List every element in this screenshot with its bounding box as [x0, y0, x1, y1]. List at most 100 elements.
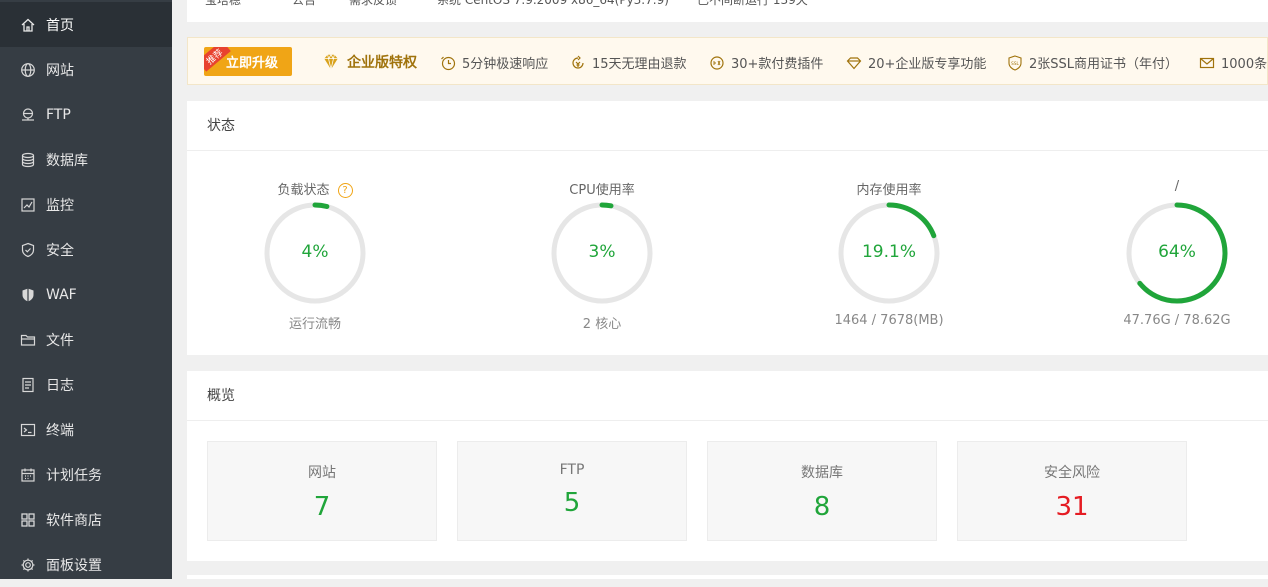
gauge-value: 4%: [301, 242, 329, 262]
sidebar-item-home[interactable]: 首页: [0, 2, 172, 47]
sidebar-item-label: 软件商店: [46, 512, 102, 529]
sidebar-item-label: 安全: [46, 242, 74, 259]
database-icon: [20, 152, 36, 168]
ftp-icon: [20, 107, 36, 123]
globe-icon: [20, 62, 36, 78]
feature-label: 1000条: [1221, 57, 1268, 72]
topbar-link-brand[interactable]: 宝塔稳: [205, 0, 241, 8]
sidebar-item-label: 计划任务: [46, 467, 102, 484]
sidebar-item-files[interactable]: 文件: [0, 317, 172, 362]
gauge-value: 64%: [1158, 242, 1196, 262]
sidebar-item-label: FTP: [46, 106, 71, 123]
sidebar-item-ftp[interactable]: FTP: [0, 92, 172, 137]
waf-shield-icon: [20, 287, 36, 303]
gauge-value: 19.1%: [861, 242, 916, 262]
gear-icon: [20, 557, 36, 573]
status-card: 状态 负载状态? 4% 运行流畅 CPU使用率 3% 2 核心 内存使用率 19…: [187, 101, 1268, 355]
overview-security-risks[interactable]: 安全风险 31: [957, 441, 1187, 541]
topbar-link-notice[interactable]: 公告: [292, 0, 316, 8]
feature-refund[interactable]: 15天无理由退款: [570, 53, 687, 72]
gauge-sub: 47.76G / 78.62G: [1123, 313, 1231, 328]
plugin-icon: [710, 55, 724, 70]
sidebar-item-terminal[interactable]: 终端: [0, 407, 172, 452]
log-icon: [20, 377, 36, 393]
clock-icon: [441, 56, 456, 70]
grid-icon: [20, 512, 36, 528]
home-icon: [20, 17, 36, 33]
monitor-icon: [20, 197, 36, 213]
feature-fast-response[interactable]: 5分钟极速响应: [440, 53, 548, 72]
gauge-label: 内存使用率: [856, 183, 922, 198]
overview-sites[interactable]: 网站 7: [207, 441, 437, 541]
sidebar: 首页 网站 FTP 数据库 监控 安全 WAF 文件 日志 终端 计划任务 软件…: [0, 0, 172, 579]
feature-label: 30+款付费插件: [731, 57, 824, 72]
sidebar-item-database[interactable]: 数据库: [0, 137, 172, 182]
overview-card: 概览 网站 7 FTP 5 数据库 8 安全风险 31: [187, 371, 1268, 561]
feature-label: 5分钟极速响应: [462, 57, 549, 72]
overview-count[interactable]: 7: [208, 492, 436, 522]
overview-title: 概览: [187, 371, 1268, 421]
sidebar-item-label: 日志: [46, 377, 74, 394]
disk-gauge[interactable]: / 64% 47.76G / 78.62G: [1077, 101, 1268, 328]
enterprise-promo-bar: 推荐 立即升级 企业版特权 5分钟极速响应 15天无理由退款 30+款付费插件 …: [187, 37, 1268, 85]
calendar-icon: [20, 467, 36, 483]
gauge-label: /: [1174, 179, 1180, 194]
enterprise-privilege[interactable]: 企业版特权: [321, 52, 417, 72]
system-info: 系统 CentOS 7.9.2009 x86_64(Py3.7.9): [437, 0, 669, 7]
sidebar-item-security[interactable]: 安全: [0, 227, 172, 272]
uptime-info: 已不间断运行 139天: [697, 0, 808, 7]
feature-sms[interactable]: 1000条: [1199, 53, 1267, 72]
sidebar-item-label: 数据库: [46, 152, 88, 169]
sidebar-item-cron[interactable]: 计划任务: [0, 452, 172, 497]
ssl-icon: SSL: [1008, 54, 1022, 71]
overview-count[interactable]: 8: [708, 492, 936, 522]
overview-count[interactable]: 5: [458, 488, 686, 518]
sidebar-item-settings[interactable]: 面板设置: [0, 542, 172, 587]
folder-icon: [20, 332, 36, 348]
sidebar-item-label: WAF: [46, 286, 77, 303]
upgrade-button[interactable]: 推荐 立即升级: [204, 47, 292, 76]
enterprise-label: 企业版特权: [347, 55, 417, 71]
topbar-link-feedback[interactable]: 需求反馈: [349, 0, 397, 8]
sidebar-item-waf[interactable]: WAF: [0, 272, 172, 317]
cpu-gauge[interactable]: CPU使用率 3% 2 核心: [502, 101, 702, 332]
feature-ssl[interactable]: SSL 2张SSL商用证书（年付）: [1007, 53, 1178, 72]
help-icon[interactable]: ?: [337, 183, 353, 198]
shield-icon: [20, 242, 36, 258]
sidebar-item-website[interactable]: 网站: [0, 47, 172, 92]
feature-label: 20+企业版专享功能: [868, 57, 987, 72]
overview-databases[interactable]: 数据库 8: [707, 441, 937, 541]
overview-name: 数据库: [801, 465, 843, 481]
gauge-sub: 2 核心: [582, 317, 622, 332]
refund-icon: [572, 55, 584, 69]
svg-text:SSL: SSL: [1011, 61, 1019, 66]
feature-plugins[interactable]: 30+款付费插件: [709, 53, 823, 72]
terminal-icon: [20, 422, 36, 438]
diamond-crown-icon: [324, 53, 338, 70]
mail-icon: [1199, 57, 1215, 68]
sidebar-item-label: 终端: [46, 422, 74, 439]
sidebar-item-label: 网站: [46, 62, 74, 79]
memory-gauge[interactable]: 内存使用率 19.1% 1464 / 7678(MB): [789, 101, 989, 328]
gauge-value: 3%: [588, 242, 616, 262]
upgrade-button-label: 立即升级: [225, 56, 278, 71]
feature-exclusive[interactable]: 20+企业版专享功能: [846, 53, 986, 72]
top-info-bar: 宝塔稳 公告 需求反馈 系统 CentOS 7.9.2009 x86_64(Py…: [187, 0, 1268, 22]
feature-label: 2张SSL商用证书（年付）: [1029, 57, 1179, 72]
gauge-sub: 运行流畅: [288, 317, 341, 332]
sidebar-item-label: 面板设置: [46, 557, 102, 574]
load-gauge[interactable]: 负载状态? 4% 运行流畅: [215, 101, 415, 332]
gauge-label: 负载状态: [277, 183, 330, 198]
gauge-sub: 1464 / 7678(MB): [834, 313, 944, 328]
sidebar-item-store[interactable]: 软件商店: [0, 497, 172, 542]
main-content: 宝塔稳 公告 需求反馈 系统 CentOS 7.9.2009 x86_64(Py…: [172, 0, 1268, 579]
overview-name: 网站: [308, 465, 336, 481]
sidebar-item-label: 首页: [46, 17, 74, 34]
overview-count[interactable]: 31: [958, 492, 1186, 522]
gauge-label: CPU使用率: [569, 183, 635, 198]
sidebar-item-monitor[interactable]: 监控: [0, 182, 172, 227]
sidebar-item-label: 文件: [46, 332, 74, 349]
sidebar-item-logs[interactable]: 日志: [0, 362, 172, 407]
overview-ftp[interactable]: FTP 5: [457, 441, 687, 541]
feature-label: 15天无理由退款: [592, 57, 687, 72]
